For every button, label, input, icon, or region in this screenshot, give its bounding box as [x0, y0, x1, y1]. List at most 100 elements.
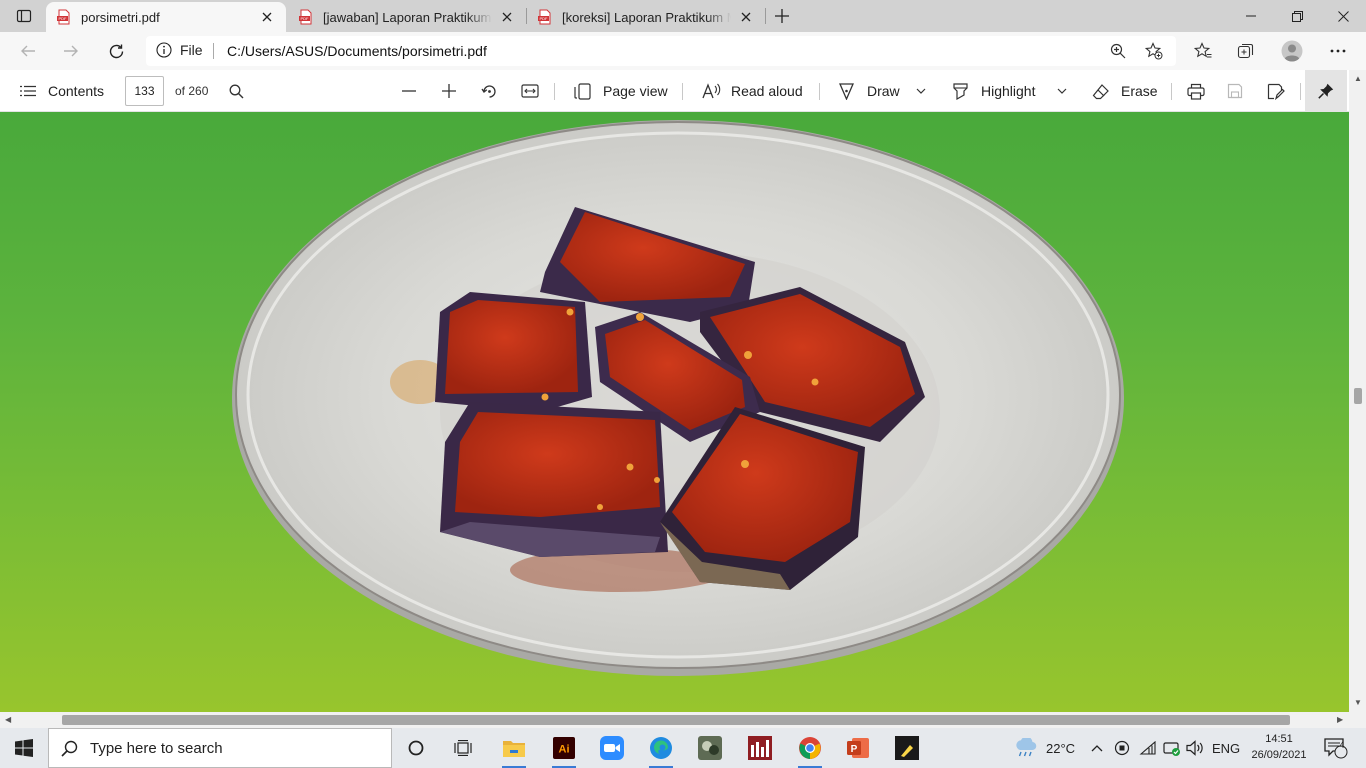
horizontal-scroll-thumb[interactable] [62, 715, 1290, 725]
vertical-scroll-thumb[interactable] [1354, 388, 1362, 404]
tab-title: [koreksi] Laporan Praktikum Mat [562, 9, 731, 25]
powerpoint-button[interactable]: P [838, 732, 878, 764]
language-indicator[interactable]: ENG [1212, 728, 1240, 768]
settings-more-button[interactable] [1323, 36, 1353, 66]
highlight-button[interactable]: Highlight [952, 70, 1035, 112]
plus-icon [442, 84, 456, 98]
save-button[interactable] [1227, 70, 1243, 112]
scroll-down-arrow-icon[interactable]: ▼ [1354, 698, 1362, 707]
forward-button[interactable] [56, 36, 86, 66]
clock[interactable]: 14:51 26/09/2021 [1240, 731, 1318, 763]
erase-label: Erase [1121, 83, 1158, 99]
back-button[interactable] [13, 36, 43, 66]
tab-koreksi[interactable]: PDF [koreksi] Laporan Praktikum Mat [527, 2, 765, 32]
scroll-left-arrow-icon[interactable]: ◀ [5, 715, 11, 724]
illustrator-icon: Ai [553, 737, 575, 759]
pen-icon [839, 82, 854, 100]
erase-button[interactable]: Erase [1092, 70, 1158, 112]
scheme-label: File [180, 42, 203, 58]
task-view-icon [454, 740, 472, 756]
show-hidden-icons-button[interactable] [1091, 728, 1103, 768]
tab-divider [765, 8, 766, 24]
weather-widget[interactable]: 22°C [1014, 728, 1075, 768]
chevron-down-icon [916, 88, 926, 94]
powerpoint-icon: P [847, 738, 869, 758]
eraser-icon [1092, 83, 1109, 99]
highlight-label: Highlight [981, 83, 1036, 99]
chrome-button[interactable] [790, 732, 830, 768]
zoom-in-button[interactable] [442, 70, 456, 112]
cloud-sync-icon[interactable] [1113, 728, 1131, 768]
start-button[interactable] [0, 728, 48, 768]
scroll-up-arrow-icon[interactable]: ▲ [1354, 74, 1362, 83]
tab-actions-button[interactable] [8, 4, 40, 28]
horizontal-scrollbar[interactable]: ◀ ▶ [0, 712, 1366, 728]
toolbar-divider [682, 83, 683, 100]
battery-network-icon[interactable] [1163, 728, 1181, 768]
site-info-button[interactable]: File [156, 42, 203, 58]
tab-close-button[interactable] [737, 8, 755, 26]
print-button[interactable] [1187, 70, 1205, 112]
cortana-button[interactable] [396, 732, 436, 764]
address-bar[interactable]: File C:/Users/ASUS/Documents/porsimetri.… [146, 36, 1176, 66]
spss-button[interactable] [740, 732, 780, 764]
collections-button[interactable] [1231, 36, 1261, 66]
collections-icon [1237, 43, 1254, 59]
illustrator-button[interactable]: Ai [544, 732, 584, 768]
edge-button[interactable] [641, 732, 681, 768]
task-view-button[interactable] [443, 732, 483, 764]
zoom-app-button[interactable] [592, 732, 632, 764]
favorites-button[interactable] [1188, 36, 1218, 66]
pdf-file-icon: PDF [57, 9, 70, 25]
volume-button[interactable] [1186, 728, 1204, 768]
save-as-button[interactable] [1267, 70, 1285, 112]
zoom-out-button[interactable] [402, 70, 416, 112]
restore-button[interactable] [1274, 0, 1320, 32]
highlight-options-button[interactable] [1057, 70, 1067, 112]
zoom-in-icon [1110, 43, 1126, 59]
file-explorer-button[interactable] [494, 732, 534, 768]
tab-jawaban[interactable]: PDF [jawaban] Laporan Praktikum Ma [288, 2, 526, 32]
svg-text:PDF: PDF [59, 16, 68, 21]
pdf-page-viewport[interactable] [0, 112, 1349, 712]
wifi-icon[interactable] [1139, 728, 1157, 768]
contents-button[interactable]: Contents [20, 70, 104, 112]
toolbar-divider [554, 83, 555, 100]
profile-button[interactable] [1277, 36, 1307, 66]
new-tab-button[interactable] [768, 4, 796, 28]
page-view-button[interactable]: Page view [574, 70, 668, 112]
sticky-notes-icon [895, 736, 919, 760]
save-as-icon [1267, 83, 1285, 100]
more-horizontal-icon [1330, 49, 1346, 53]
tab-close-button[interactable] [258, 8, 276, 26]
rotate-button[interactable] [481, 70, 498, 112]
game-app-button[interactable] [690, 732, 730, 764]
star-add-icon [1145, 42, 1163, 60]
draw-button[interactable]: Draw [838, 70, 900, 112]
pin-toolbar-button[interactable] [1305, 70, 1347, 112]
notification-count: 4 [1339, 740, 1345, 750]
tab-title: [jawaban] Laporan Praktikum Ma [323, 9, 492, 25]
scroll-right-arrow-icon[interactable]: ▶ [1337, 715, 1343, 724]
add-favorite-button[interactable] [1144, 41, 1164, 61]
eggplant-piece [440, 402, 668, 557]
notification-center-button[interactable]: 4 [1324, 728, 1348, 768]
tab-porsimetri[interactable]: PDF porsimetri.pdf [46, 2, 286, 32]
sticky-notes-button[interactable] [887, 732, 927, 764]
find-button[interactable] [229, 70, 244, 112]
tab-close-button[interactable] [498, 8, 516, 26]
fit-to-width-button[interactable] [521, 70, 539, 112]
svg-text:P: P [851, 744, 858, 755]
back-arrow-icon [21, 45, 35, 57]
plus-icon [775, 9, 789, 23]
zoom-button[interactable] [1108, 41, 1128, 61]
close-window-button[interactable] [1320, 0, 1366, 32]
refresh-button[interactable] [101, 36, 131, 66]
read-aloud-button[interactable]: Read aloud [702, 70, 803, 112]
vertical-scrollbar[interactable]: ▲ ▼ [1349, 70, 1366, 712]
minimize-button[interactable] [1228, 0, 1274, 32]
url-text[interactable]: C:/Users/ASUS/Documents/porsimetri.pdf [227, 43, 487, 59]
page-number-input[interactable]: 133 [125, 76, 164, 106]
taskbar-search-box[interactable]: Type here to search [48, 728, 392, 768]
draw-options-button[interactable] [916, 70, 926, 112]
